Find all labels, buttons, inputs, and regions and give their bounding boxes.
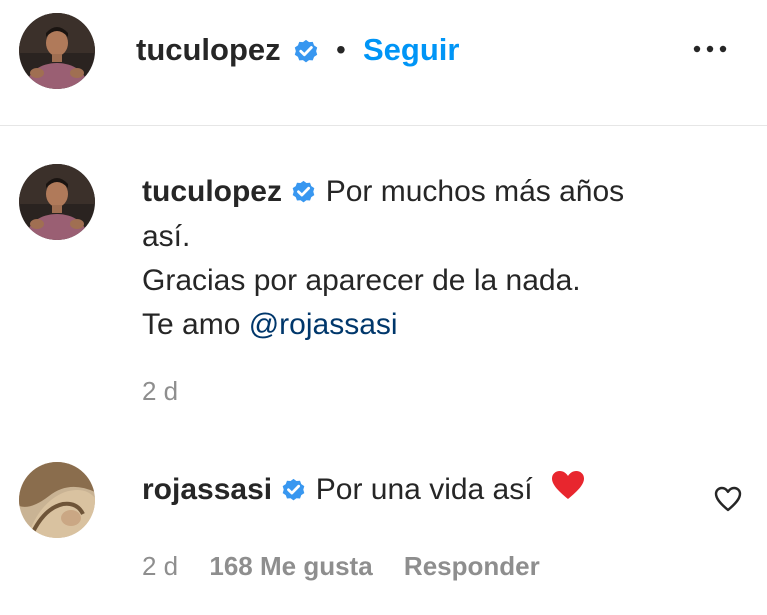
avatar[interactable] [19, 164, 95, 240]
avatar-photo [19, 13, 95, 89]
comment-time[interactable]: 2 d [142, 551, 178, 581]
verified-badge-icon [290, 171, 317, 215]
comment-time[interactable]: 2 d [142, 376, 178, 406]
avatar[interactable] [19, 462, 95, 538]
comment-body-line: Gracias por aparecer de la nada. [142, 264, 581, 298]
comment-username[interactable]: tuculopez [142, 175, 282, 208]
avatar-photo [19, 164, 95, 240]
comment-username[interactable]: rojassasi [142, 473, 272, 506]
comment-text: tuculopez Por muchos más años así. Graci… [142, 170, 702, 347]
comment-body-line: Te amo [142, 308, 249, 342]
follow-button[interactable]: Seguir [363, 28, 459, 72]
comment-body: Por una vida así [315, 473, 533, 506]
comment-item: rojassasi Por una vida así 2 d 168 Me gu… [0, 446, 767, 615]
comment-body-line: Por muchos más años [325, 175, 625, 208]
avatar-photo [19, 462, 95, 538]
red-heart-emoji-icon [551, 469, 585, 513]
post-header: tuculopez • Seguir [0, 0, 767, 126]
likes-count-button[interactable]: 168 Me gusta [209, 551, 372, 581]
verified-badge-icon [292, 37, 320, 70]
header-username[interactable]: tuculopez [136, 28, 281, 72]
mention-link[interactable]: @rojassasi [249, 308, 398, 341]
verified-badge-icon [280, 469, 307, 513]
separator-dot: • [336, 34, 346, 65]
reply-button[interactable]: Responder [404, 551, 540, 581]
comment-meta: 2 d 168 Me gusta Responder [142, 549, 540, 583]
more-options-icon[interactable] [688, 34, 732, 64]
comment-item: tuculopez Por muchos más años así. Graci… [0, 126, 767, 446]
comment-text: rojassasi Por una vida así [142, 468, 682, 513]
comment-body-line: así. [142, 220, 191, 254]
heart-outline-icon[interactable] [713, 484, 743, 514]
avatar[interactable] [19, 13, 95, 89]
comment-meta: 2 d [142, 374, 178, 408]
